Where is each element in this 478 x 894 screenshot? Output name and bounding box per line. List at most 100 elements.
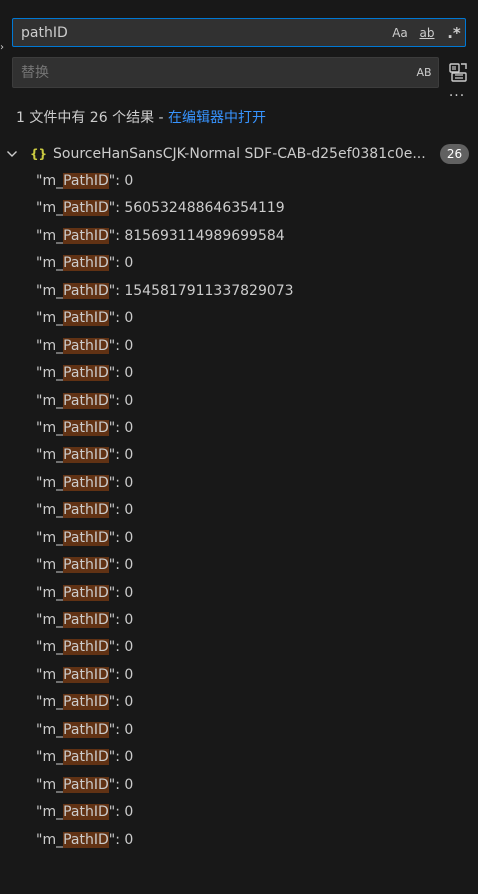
toggle-replace-icon[interactable]: › — [0, 43, 8, 53]
match-case-toggle[interactable]: Aa — [389, 23, 411, 43]
match-row[interactable]: "m_PathID": 0 — [0, 305, 478, 332]
match-suffix: ": 0 — [108, 365, 134, 382]
match-highlight: PathID — [63, 255, 109, 272]
match-highlight: PathID — [63, 337, 109, 354]
match-suffix: ": 0 — [108, 776, 134, 793]
match-prefix: "m_ — [36, 282, 64, 299]
match-row[interactable]: "m_PathID": 0 — [0, 470, 478, 497]
match-suffix: ": 0 — [108, 749, 134, 766]
match-highlight: PathID — [63, 447, 109, 464]
match-prefix: "m_ — [36, 721, 64, 738]
match-prefix: "m_ — [36, 584, 64, 601]
match-suffix: ": 0 — [108, 557, 134, 574]
match-prefix: "m_ — [36, 529, 64, 546]
match-prefix: "m_ — [36, 310, 64, 327]
match-row[interactable]: "m_PathID": 0 — [0, 525, 478, 552]
match-row[interactable]: "m_PathID": 0 — [0, 497, 478, 524]
match-row[interactable]: "m_PathID": 0 — [0, 360, 478, 387]
match-highlight: PathID — [63, 612, 109, 628]
preserve-case-toggle[interactable]: AB — [413, 63, 435, 83]
match-row[interactable]: "m_PathID": 0 — [0, 333, 478, 360]
match-row[interactable]: "m_PathID": 0 — [0, 689, 478, 716]
match-prefix: "m_ — [36, 666, 64, 683]
replace-input[interactable] — [21, 58, 381, 87]
regex-toggle[interactable]: .* — [443, 23, 465, 43]
match-highlight: PathID — [63, 721, 109, 738]
file-name[interactable]: SourceHanSansCJK-Normal SDF-CAB-d25ef038… — [53, 143, 439, 165]
match-prefix: "m_ — [36, 365, 64, 382]
match-suffix: ": 0 — [108, 831, 134, 848]
match-prefix: "m_ — [36, 200, 64, 217]
match-row[interactable]: "m_PathID": 0 — [0, 717, 478, 744]
match-prefix: "m_ — [36, 227, 64, 244]
match-prefix: "m_ — [36, 419, 64, 436]
match-prefix: "m_ — [36, 831, 64, 848]
match-row[interactable]: "m_PathID": 560532488646354119 — [0, 195, 478, 222]
match-row[interactable]: "m_PathID": 0 — [0, 799, 478, 826]
results-count-text: 1 文件中有 26 个结果 — [16, 110, 155, 126]
match-prefix: "m_ — [36, 639, 64, 656]
match-suffix: ": 560532488646354119 — [108, 200, 285, 217]
match-prefix: "m_ — [36, 255, 64, 272]
match-highlight: PathID — [63, 310, 109, 327]
match-highlight: PathID — [63, 227, 109, 244]
match-suffix: ": 0 — [108, 804, 134, 821]
match-highlight: PathID — [63, 502, 109, 519]
match-count-badge: 26 — [440, 144, 469, 164]
match-highlight: PathID — [63, 392, 109, 409]
replace-all-icon[interactable] — [446, 60, 470, 84]
match-suffix: ": 0 — [108, 255, 134, 272]
match-row[interactable]: "m_PathID": 1545817911337829073 — [0, 278, 478, 305]
match-row[interactable]: "m_PathID": 0 — [0, 827, 478, 854]
match-suffix: ": 0 — [108, 639, 134, 656]
match-prefix: "m_ — [36, 804, 64, 821]
chevron-down-icon[interactable] — [6, 146, 18, 162]
match-row[interactable]: "m_PathID": 0 — [0, 552, 478, 579]
match-highlight: PathID — [63, 282, 109, 299]
search-field[interactable]: Aa ab .* — [12, 18, 466, 47]
match-suffix: ": 0 — [108, 584, 134, 601]
match-suffix: ": 0 — [108, 666, 134, 683]
match-row[interactable]: "m_PathID": 815693114989699584 — [0, 223, 478, 250]
match-prefix: "m_ — [36, 173, 64, 189]
match-row[interactable]: "m_PathID": 0 — [0, 580, 478, 607]
match-highlight: PathID — [63, 200, 109, 217]
match-row[interactable]: "m_PathID": 0 — [0, 168, 478, 195]
match-highlight: PathID — [63, 776, 109, 793]
match-suffix: ": 0 — [108, 529, 134, 546]
match-suffix: ": 0 — [108, 173, 134, 189]
match-list: "m_PathID": 0 "m_PathID": 560532488646354… — [0, 168, 478, 854]
match-row[interactable]: "m_PathID": 0 — [0, 415, 478, 442]
match-prefix: "m_ — [36, 612, 64, 628]
open-in-editor-link[interactable]: 在编辑器中打开 — [168, 110, 266, 126]
match-prefix: "m_ — [36, 392, 64, 409]
match-suffix: ": 0 — [108, 447, 134, 464]
match-highlight: PathID — [63, 173, 109, 189]
match-row[interactable]: "m_PathID": 0 — [0, 607, 478, 634]
match-suffix: ": 815693114989699584 — [108, 227, 285, 244]
summary-separator: - — [154, 110, 169, 126]
match-suffix: ": 0 — [108, 502, 134, 519]
whole-word-toggle[interactable]: ab — [415, 23, 439, 43]
search-input[interactable] — [21, 19, 381, 46]
match-row[interactable]: "m_PathID": 0 — [0, 744, 478, 771]
match-suffix: ": 0 — [108, 419, 134, 436]
match-highlight: PathID — [63, 419, 109, 436]
match-suffix: ": 0 — [108, 694, 134, 711]
match-row[interactable]: "m_PathID": 0 — [0, 442, 478, 469]
match-highlight: PathID — [63, 584, 109, 601]
match-highlight: PathID — [63, 529, 109, 546]
replace-field[interactable]: AB — [12, 57, 439, 88]
match-row[interactable]: "m_PathID": 0 — [0, 772, 478, 799]
match-row[interactable]: "m_PathID": 0 — [0, 634, 478, 661]
file-result-row[interactable]: {} SourceHanSansCJK-Normal SDF-CAB-d25ef… — [0, 143, 478, 165]
match-highlight: PathID — [63, 831, 109, 848]
match-prefix: "m_ — [36, 502, 64, 519]
match-row[interactable]: "m_PathID": 0 — [0, 662, 478, 689]
match-suffix: ": 0 — [108, 721, 134, 738]
match-prefix: "m_ — [36, 749, 64, 766]
match-highlight: PathID — [63, 804, 109, 821]
more-actions-icon[interactable]: ··· — [446, 89, 468, 103]
match-row[interactable]: "m_PathID": 0 — [0, 250, 478, 277]
match-row[interactable]: "m_PathID": 0 — [0, 388, 478, 415]
